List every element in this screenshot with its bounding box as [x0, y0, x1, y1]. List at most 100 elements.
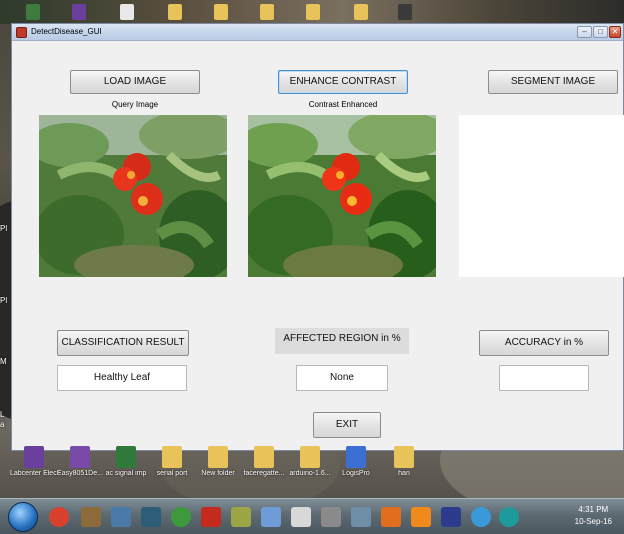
taskbar-item[interactable]	[468, 504, 494, 530]
desktop-icon-label: LogisPro	[342, 470, 370, 477]
contrast-enhanced-axes	[248, 115, 436, 277]
clock-date: 10-Sep-16	[574, 517, 612, 526]
clock[interactable]: 4:31 PM 10-Sep-16	[575, 504, 612, 528]
maximize-button[interactable]: □	[593, 26, 608, 38]
desktop-icon[interactable]: LogisPro	[332, 446, 380, 478]
desktop-icon[interactable]: arduino-1.6...	[286, 446, 334, 478]
taskbar-item[interactable]	[288, 504, 314, 530]
desktop-icon[interactable]: Labcenter Electroni...	[10, 446, 58, 478]
calculator-icon	[351, 507, 371, 527]
taskbar-item[interactable]	[408, 504, 434, 530]
taskbar-item[interactable]	[78, 504, 104, 530]
taskbar-item[interactable]	[198, 504, 224, 530]
app-icon	[81, 507, 101, 527]
load-image-button[interactable]: LOAD IMAGE	[70, 70, 200, 94]
exit-button[interactable]: EXIT	[313, 412, 381, 438]
desktop-icon-label: ac signal imp	[105, 470, 147, 477]
terminal-icon	[141, 507, 161, 527]
document-icon	[291, 507, 311, 527]
accuracy-field	[499, 365, 589, 391]
chrome-icon	[49, 507, 69, 527]
minimize-button[interactable]: –	[577, 26, 592, 38]
taskbar-item[interactable]	[168, 504, 194, 530]
desktop-top-strip	[0, 0, 624, 24]
query-image-label: Query Image	[111, 100, 159, 109]
acrobat-icon	[201, 507, 221, 527]
desktop-icon[interactable]: New folder	[194, 446, 242, 478]
classification-result-button[interactable]: CLASSIFICATION RESULT	[57, 330, 189, 356]
close-button[interactable]: ✕	[609, 26, 621, 38]
folder-icon	[300, 446, 320, 468]
arduino-icon	[499, 507, 519, 527]
folder-icon	[162, 446, 182, 468]
taskbar-item[interactable]	[496, 504, 522, 530]
contrast-enhanced-label: Contrast Enhanced	[308, 100, 378, 109]
desktop-icon-top-3[interactable]	[120, 4, 134, 20]
window-controls: – □ ✕	[577, 26, 621, 39]
desktop-icon-label: faceregatte...	[243, 470, 285, 477]
desktop-icon[interactable]: Easy8051De...	[56, 446, 104, 478]
system-tray: 4:31 PM 10-Sep-16	[524, 499, 624, 534]
taskbar-item[interactable]	[138, 504, 164, 530]
desktop-icon-top-1[interactable]	[26, 4, 40, 20]
taskbar-item[interactable]	[318, 504, 344, 530]
desktop-icon-top-7[interactable]	[306, 4, 320, 20]
taskbar-item[interactable]	[228, 504, 254, 530]
document-icon	[116, 446, 136, 468]
desktop-icon-top-8[interactable]	[354, 4, 368, 20]
taskbar-item[interactable]	[46, 504, 72, 530]
desktop-icon[interactable]: hari	[380, 446, 428, 478]
utorrent-icon	[171, 507, 191, 527]
folder-icon	[254, 446, 274, 468]
matlab-icon	[381, 507, 401, 527]
logispro-icon	[346, 446, 366, 468]
desktop-icon-label: hari	[398, 470, 410, 477]
segment-image-button[interactable]: SEGMENT IMAGE	[488, 70, 618, 94]
affected-region-label: AFFECTED REGION in %	[275, 328, 409, 354]
desktop-icon-top-5[interactable]	[214, 4, 228, 20]
left-edge-text-1: Pl	[0, 224, 8, 233]
desktop-icon-top-2[interactable]	[72, 4, 86, 20]
desktop-icon-top-9[interactable]	[398, 4, 412, 20]
desktop-icon[interactable]: faceregatte...	[240, 446, 288, 478]
desktop-icon-label: Easy8051De...	[57, 470, 103, 477]
contrast-enhanced-flower	[248, 115, 436, 277]
taskbar-item[interactable]	[258, 504, 284, 530]
left-edge-text-3: M	[0, 357, 7, 366]
left-edge-text-2: Pl	[0, 296, 8, 305]
vlc-icon	[411, 507, 431, 527]
proteus-icon	[441, 507, 461, 527]
start-button[interactable]	[8, 502, 38, 532]
winrar-icon	[24, 446, 44, 468]
matlab-app-icon	[16, 27, 27, 38]
clock-time: 4:31 PM	[578, 505, 609, 514]
taskbar: 4:31 PM 10-Sep-16	[0, 498, 624, 534]
taskbar-item[interactable]	[438, 504, 464, 530]
desktop-icon[interactable]: serial port	[148, 446, 196, 478]
window-title: DetectDisease_GUI	[31, 27, 102, 36]
desktop-icon[interactable]: ac signal imp	[102, 446, 150, 478]
query-image-axes	[39, 115, 227, 277]
desktop-icon-label: serial port	[156, 470, 188, 477]
taskbar-item[interactable]	[348, 504, 374, 530]
desktop-icon-top-4[interactable]	[168, 4, 182, 20]
enhance-contrast-button[interactable]: ENHANCE CONTRAST	[278, 70, 408, 94]
pen-icon	[231, 507, 251, 527]
drive-icon	[321, 507, 341, 527]
accuracy-button[interactable]: ACCURACY in %	[479, 330, 609, 356]
desktop-icon-label: Labcenter Electroni...	[10, 470, 58, 477]
taskbar-item[interactable]	[108, 504, 134, 530]
folder-icon	[394, 446, 414, 468]
classification-result-field: Healthy Leaf	[57, 365, 187, 391]
window-titlebar[interactable]: DetectDisease_GUI – □ ✕	[12, 24, 623, 41]
folder-icon	[208, 446, 228, 468]
segment-image-axes	[459, 115, 624, 277]
chrome-icon	[471, 507, 491, 527]
note-icon	[261, 507, 281, 527]
desktop-icon-label: arduino-1.6...	[289, 470, 331, 477]
taskbar-item[interactable]	[378, 504, 404, 530]
desktop-icons: Labcenter Electroni... Easy8051De... ac …	[10, 446, 430, 494]
detect-disease-window: DetectDisease_GUI – □ ✕ LOAD IMAGE ENHAN…	[11, 23, 624, 451]
left-edge-text-5: a	[0, 420, 5, 429]
desktop-icon-top-6[interactable]	[260, 4, 274, 20]
